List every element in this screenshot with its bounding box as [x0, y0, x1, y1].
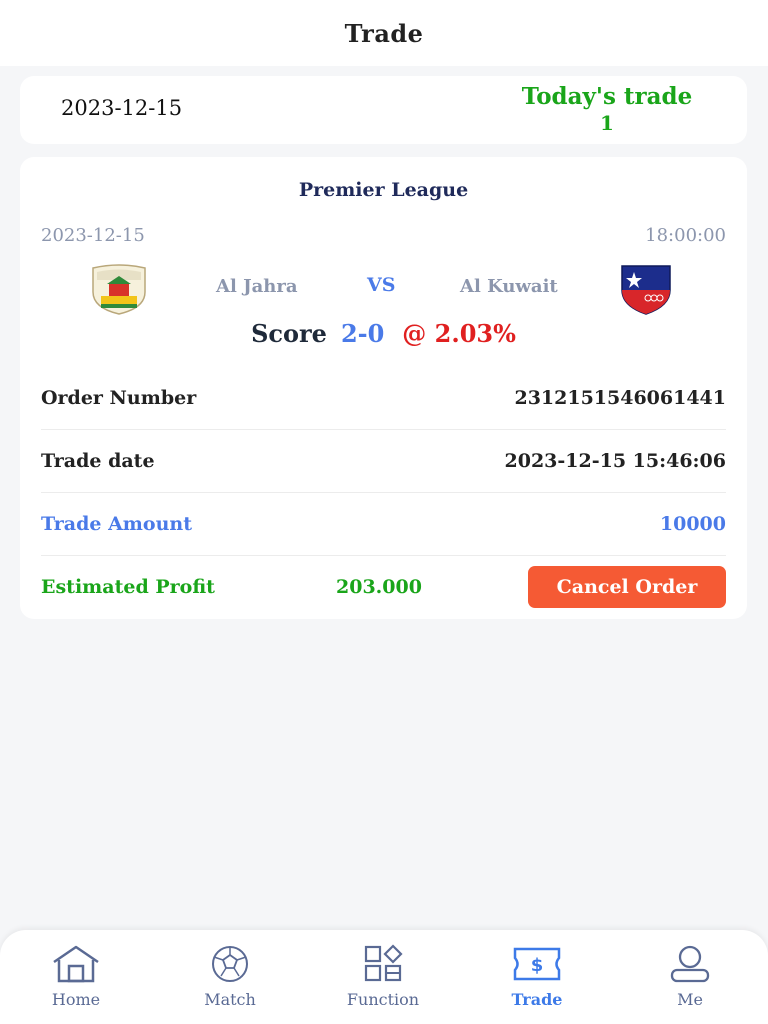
summary-date: 2023-12-15 — [61, 96, 183, 120]
trade-amount-label: Trade Amount — [41, 513, 192, 535]
home-icon — [53, 945, 99, 983]
tab-trade[interactable]: $ Trade — [482, 944, 592, 1020]
app-header: Trade — [0, 0, 768, 66]
away-team-logo-icon — [621, 265, 671, 315]
todays-trade-label: Today's trade — [521, 83, 693, 110]
order-card: Premier League 2023-12-15 18:00:00 Al Ja… — [20, 157, 747, 619]
score-value: 2-0 — [340, 319, 385, 348]
tab-match-label: Match — [204, 990, 256, 1009]
odds-value: @ 2.03% — [402, 319, 516, 348]
tab-home[interactable]: Home — [21, 944, 131, 1020]
tab-match[interactable]: Match — [175, 944, 285, 1020]
away-team-name: Al Kuwait — [460, 276, 558, 297]
league-name: Premier League — [298, 179, 469, 201]
order-number-label: Order Number — [41, 387, 197, 409]
order-number-value: 2312151546061441 — [514, 387, 726, 409]
ball-icon — [212, 946, 248, 982]
cancel-order-button[interactable]: Cancel Order — [528, 566, 726, 608]
score-label: Score — [251, 319, 327, 348]
match-time: 18:00:00 — [645, 225, 726, 246]
order-number-row: Order Number 2312151546061441 — [41, 367, 726, 430]
estimated-profit-value: 203.000 — [336, 576, 422, 598]
trade-summary-card: 2023-12-15 Today's trade 1 — [20, 76, 747, 144]
trade-date-row: Trade date 2023-12-15 15:46:06 — [41, 430, 726, 493]
tab-home-label: Home — [51, 990, 101, 1009]
tab-function[interactable]: Function — [328, 944, 438, 1020]
vs-label: VS — [367, 274, 396, 296]
bottom-tab-bar: Home Match Function $ Trade Me — [0, 930, 768, 1024]
ticket-icon: $ — [513, 947, 561, 981]
user-icon — [670, 945, 710, 983]
todays-trade-count: 1 — [600, 111, 614, 135]
tab-me[interactable]: Me — [635, 944, 745, 1020]
svg-text:$: $ — [531, 955, 544, 976]
tab-trade-label: Trade — [511, 990, 563, 1009]
trade-amount-value: 10000 — [659, 513, 726, 535]
grid-icon — [364, 944, 403, 982]
match-date: 2023-12-15 — [41, 225, 145, 246]
tab-function-label: Function — [346, 990, 420, 1009]
estimated-profit-label: Estimated Profit — [41, 576, 215, 598]
score-line: Score 2-0 @ 2.03% — [20, 319, 747, 348]
tab-me-label: Me — [677, 990, 703, 1009]
estimated-profit-row: Estimated Profit 203.000 Cancel Order — [41, 556, 726, 619]
page-title: Trade — [344, 18, 424, 48]
trade-date-label: Trade date — [41, 450, 155, 472]
todays-trade: Today's trade 1 — [507, 84, 707, 136]
trade-date-value: 2023-12-15 15:46:06 — [504, 450, 727, 472]
home-team-logo-icon — [92, 264, 146, 315]
home-team-name: Al Jahra — [216, 276, 298, 297]
trade-amount-row: Trade Amount 10000 — [41, 493, 726, 556]
